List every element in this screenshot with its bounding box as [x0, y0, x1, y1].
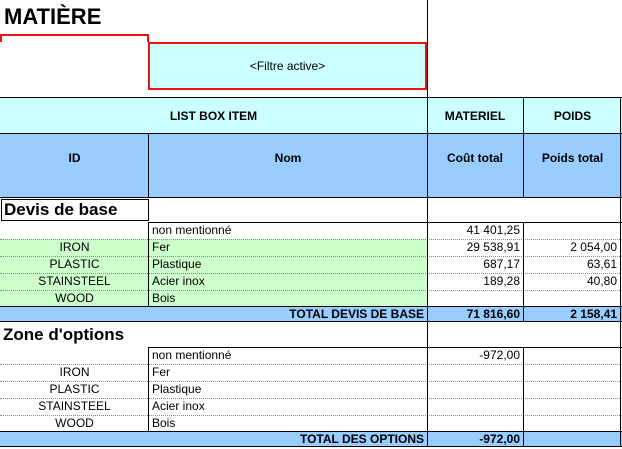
total-options-poids — [523, 431, 620, 447]
id-cell: IRON — [59, 365, 90, 379]
poids-cell — [523, 222, 620, 239]
poids-cell: 63,61 — [586, 257, 617, 271]
poids-cell — [523, 364, 620, 381]
header-cout-total: Coût total — [447, 151, 503, 165]
nom-cell: Plastique — [152, 382, 202, 396]
cout-cell: 687,17 — [483, 257, 520, 271]
cout-cell: 29 538,91 — [466, 240, 520, 254]
filter-label: <Filtre active> — [249, 59, 326, 73]
filter-marker-outline — [0, 34, 149, 42]
nom-cell: Plastique — [152, 257, 202, 271]
poids-cell — [523, 398, 620, 415]
nom-cell: non mentionné — [152, 348, 232, 362]
cout-cell — [427, 364, 523, 381]
total-devis-cout: 71 816,60 — [466, 307, 520, 321]
cout-cell — [427, 398, 523, 415]
total-devis-label: TOTAL DEVIS DE BASE — [289, 307, 424, 321]
page-title: MATIÈRE — [4, 4, 102, 29]
total-options-cout: -972,00 — [479, 432, 520, 446]
nom-cell: Fer — [152, 365, 170, 379]
header-poids: POIDS — [553, 109, 592, 123]
nom-cell: Bois — [152, 416, 176, 430]
header-id: ID — [68, 151, 81, 165]
total-devis-poids: 2 158,41 — [570, 307, 617, 321]
poids-cell: 40,80 — [586, 274, 617, 288]
cout-cell — [427, 381, 523, 398]
id-cell: IRON — [59, 240, 90, 254]
id-cell: STAINSTEEL — [38, 274, 111, 288]
section-title-options: Zone d'options — [3, 325, 125, 344]
poids-cell — [523, 347, 620, 364]
header-materiel: MATERIEL — [444, 109, 506, 123]
nom-cell: non mentionné — [152, 223, 232, 237]
nom-cell: Fer — [152, 240, 170, 254]
total-options-label: TOTAL DES OPTIONS — [299, 432, 424, 446]
filter-box[interactable]: <Filtre active> — [148, 42, 427, 90]
nom-cell: Acier inox — [152, 399, 205, 413]
header-nom: Nom — [274, 151, 302, 165]
poids-cell — [523, 290, 620, 306]
nom-cell: Acier inox — [152, 274, 205, 288]
cout-cell: -972,00 — [479, 348, 520, 362]
nom-cell: Bois — [152, 291, 176, 305]
cout-cell: 41 401,25 — [466, 223, 520, 237]
id-cell: WOOD — [55, 291, 94, 305]
id-cell — [0, 222, 149, 239]
header-poids-total: Poids total — [541, 151, 604, 165]
poids-cell — [523, 381, 620, 398]
header-list-box-item: LIST BOX ITEM — [169, 109, 258, 123]
id-cell: STAINSTEEL — [38, 399, 111, 413]
id-cell: PLASTIC — [49, 382, 100, 396]
poids-cell — [523, 415, 620, 431]
cout-cell — [427, 290, 523, 306]
cout-cell — [427, 415, 523, 431]
poids-cell: 2 054,00 — [570, 240, 617, 254]
id-cell — [0, 347, 149, 364]
section-title-devis: Devis de base — [1, 199, 149, 221]
cout-cell: 189,28 — [483, 274, 520, 288]
id-cell: WOOD — [55, 416, 94, 430]
id-cell: PLASTIC — [49, 257, 100, 271]
